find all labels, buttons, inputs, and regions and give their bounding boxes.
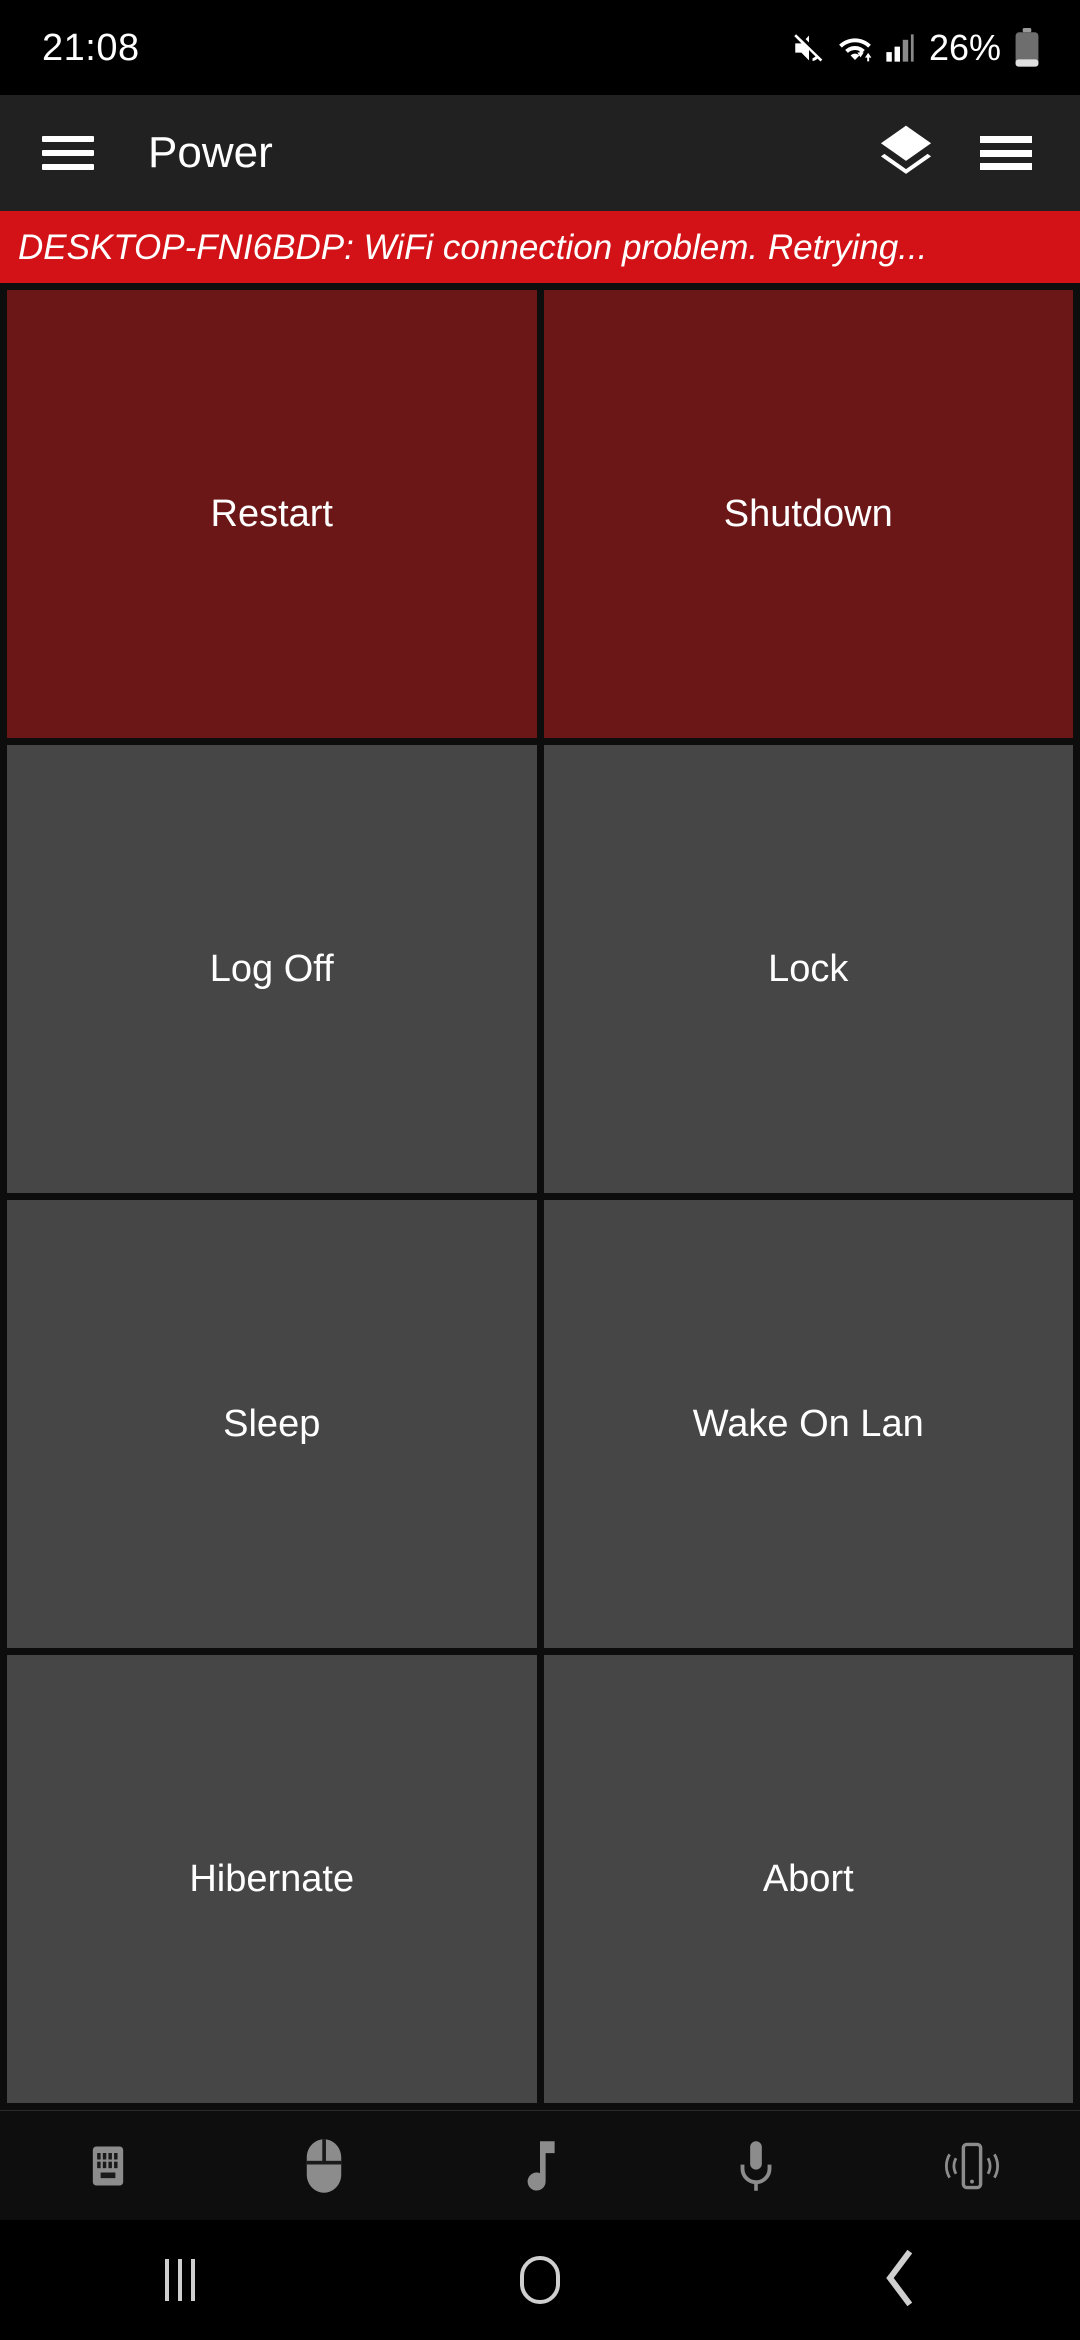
- bottom-toolbar: [0, 2110, 1080, 2220]
- microphone-button[interactable]: [681, 2111, 831, 2221]
- microphone-icon: [733, 2139, 779, 2193]
- status-clock: 21:08: [42, 26, 140, 69]
- battery-icon: [1014, 27, 1040, 68]
- keyboard-icon: [82, 2140, 134, 2192]
- cellular-signal-icon: [885, 31, 915, 65]
- keyboard-button[interactable]: [33, 2111, 183, 2221]
- mouse-icon: [299, 2138, 349, 2194]
- mouse-button[interactable]: [249, 2111, 399, 2221]
- status-bar: 21:08 26%: [0, 0, 1080, 95]
- tile-label: Restart: [210, 493, 333, 535]
- tile-log-off[interactable]: Log Off: [7, 745, 537, 1193]
- tile-lock[interactable]: Lock: [543, 745, 1073, 1193]
- recents-icon: [165, 2259, 195, 2301]
- vibrate-button[interactable]: [897, 2111, 1047, 2221]
- music-note-icon: [517, 2139, 563, 2193]
- home-icon: [520, 2256, 560, 2304]
- overflow-menu-button[interactable]: [968, 115, 1044, 191]
- back-icon: [880, 2249, 920, 2311]
- layers-button[interactable]: [868, 115, 944, 191]
- tile-sleep[interactable]: Sleep: [7, 1200, 537, 1648]
- home-button[interactable]: [440, 2220, 640, 2340]
- connection-error-banner[interactable]: DESKTOP-FNI6BDP: WiFi connection problem…: [0, 211, 1080, 283]
- power-actions-grid: Restart Shutdown Log Off Lock Sleep Wake…: [0, 283, 1080, 2110]
- tile-label: Hibernate: [189, 1858, 355, 1900]
- recents-button[interactable]: [80, 2220, 280, 2340]
- status-icons: 26%: [791, 26, 1040, 68]
- tile-label: Shutdown: [723, 493, 893, 535]
- back-button[interactable]: [800, 2220, 1000, 2340]
- overflow-menu-icon: [980, 136, 1032, 170]
- vibrate-phone-icon: [944, 2139, 1000, 2193]
- hamburger-menu-button[interactable]: [30, 115, 106, 191]
- hamburger-menu-icon: [42, 136, 94, 170]
- phone-screen: 21:08 26% Power DESKTOP-FNI6BDP: WiFi co…: [0, 0, 1080, 2340]
- android-nav-bar: [0, 2220, 1080, 2340]
- tile-wake-on-lan[interactable]: Wake On Lan: [543, 1200, 1073, 1648]
- tile-shutdown[interactable]: Shutdown: [543, 290, 1073, 738]
- tile-label: Log Off: [209, 948, 334, 990]
- tile-label: Wake On Lan: [692, 1403, 924, 1445]
- mute-icon: [791, 31, 825, 65]
- battery-percent-label: 26%: [928, 26, 1001, 68]
- tile-label: Lock: [768, 948, 849, 990]
- wifi-icon: [836, 31, 874, 65]
- tile-label: Abort: [762, 1858, 854, 1900]
- tile-label: Sleep: [223, 1403, 321, 1445]
- app-bar: Power: [0, 95, 1080, 211]
- connection-error-text: DESKTOP-FNI6BDP: WiFi connection problem…: [18, 227, 928, 267]
- tile-restart[interactable]: Restart: [7, 290, 537, 738]
- tile-hibernate[interactable]: Hibernate: [7, 1655, 537, 2103]
- tile-abort[interactable]: Abort: [543, 1655, 1073, 2103]
- media-button[interactable]: [465, 2111, 615, 2221]
- app-bar-actions: [868, 115, 1044, 191]
- page-title: Power: [148, 131, 273, 175]
- layers-icon: [874, 119, 938, 188]
